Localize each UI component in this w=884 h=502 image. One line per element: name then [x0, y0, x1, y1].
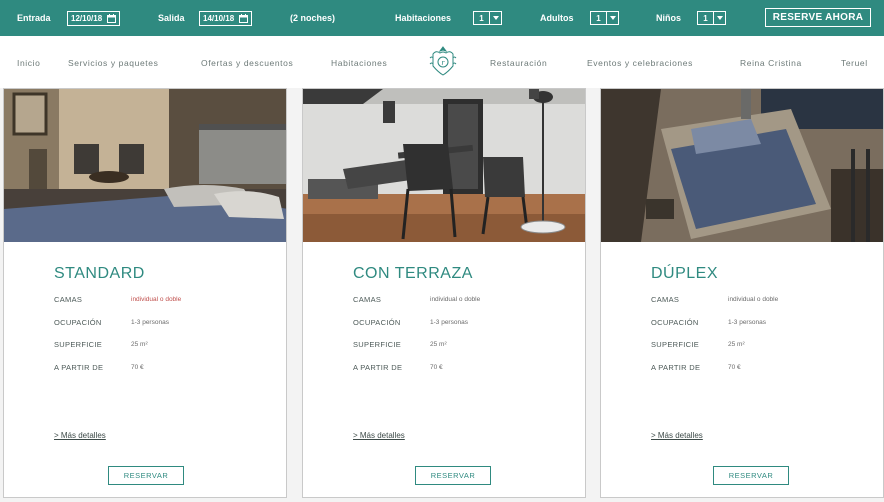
- spec-label-precio: A PARTIR DE: [54, 363, 104, 372]
- nav-item-teruel[interactable]: Teruel: [841, 58, 868, 68]
- nights-count: (2 noches): [290, 13, 336, 23]
- spec-value-superficie: 25 m²: [131, 341, 148, 348]
- svg-text:r: r: [441, 58, 445, 67]
- room-title: STANDARD: [54, 265, 145, 282]
- room-photo-duplex: [601, 89, 883, 242]
- rooms-value: 1: [479, 13, 484, 23]
- room-listing: STANDARD CAMAS individual o doble OCUPAC…: [0, 88, 884, 502]
- spec-value-precio: 70 €: [131, 364, 144, 371]
- spec-value-precio: 70 €: [728, 364, 741, 371]
- children-label: Niños: [656, 13, 682, 23]
- rooms-select-wrap: 1: [473, 0, 502, 36]
- adults-label: Adultos: [540, 13, 574, 23]
- children-value: 1: [703, 13, 708, 23]
- checkin-field-wrap: 12/10/18: [67, 0, 121, 36]
- checkin-label: Entrada: [17, 13, 51, 23]
- reserve-now-button[interactable]: RESERVE AHORA: [765, 8, 871, 27]
- spec-label-precio: A PARTIR DE: [353, 363, 403, 372]
- spec-label-ocupacion: OCUPACIÓN: [54, 318, 102, 327]
- checkout-field[interactable]: 14/10/18: [199, 10, 253, 26]
- room-title: CON TERRAZA: [353, 265, 473, 282]
- more-details-link[interactable]: > Más detalles: [353, 431, 405, 440]
- rooms-label: Habitaciones: [395, 13, 452, 23]
- hotel-logo[interactable]: r: [426, 44, 460, 78]
- children-select[interactable]: 1: [697, 11, 726, 25]
- spec-label-ocupacion: OCUPACIÓN: [353, 318, 401, 327]
- room-card-duplex: DÚPLEX CAMAS individual o doble OCUPACIÓ…: [600, 88, 884, 498]
- room-photo-standard: [4, 89, 286, 242]
- calendar-icon[interactable]: [239, 13, 249, 23]
- checkout-field-wrap: 14/10/18: [199, 0, 253, 36]
- spec-label-camas: CAMAS: [651, 295, 680, 304]
- nav-item-eventos[interactable]: Eventos y celebraciones: [587, 58, 693, 68]
- more-details-link[interactable]: > Más detalles: [651, 431, 703, 440]
- more-details-link[interactable]: > Más detalles: [54, 431, 106, 440]
- chevron-down-icon: [713, 12, 725, 24]
- spec-label-camas: CAMAS: [353, 295, 382, 304]
- nav-item-servicios[interactable]: Servicios y paquetes: [68, 58, 158, 68]
- spec-value-camas: individual o doble: [131, 296, 182, 303]
- spec-label-camas: CAMAS: [54, 295, 83, 304]
- chevron-down-icon: [489, 12, 501, 24]
- main-nav: Inicio Servicios y paquetes Ofertas y de…: [0, 36, 884, 88]
- nav-item-habitaciones[interactable]: Habitaciones: [331, 58, 387, 68]
- reserve-button[interactable]: RESERVAR: [713, 466, 789, 485]
- reserve-button[interactable]: RESERVAR: [415, 466, 491, 485]
- checkout-label: Salida: [158, 13, 185, 23]
- calendar-icon[interactable]: [107, 13, 117, 23]
- nav-item-inicio[interactable]: Inicio: [17, 58, 40, 68]
- children-select-wrap: 1: [697, 0, 726, 36]
- rooms-select[interactable]: 1: [473, 11, 502, 25]
- adults-value: 1: [596, 13, 601, 23]
- spec-value-superficie: 25 m²: [728, 341, 745, 348]
- reserve-button[interactable]: RESERVAR: [108, 466, 184, 485]
- spec-label-superficie: SUPERFICIE: [54, 340, 103, 349]
- checkin-field[interactable]: 12/10/18: [67, 10, 121, 26]
- spec-label-superficie: SUPERFICIE: [651, 340, 700, 349]
- room-card-terraza: CON TERRAZA CAMAS individual o doble OCU…: [302, 88, 586, 498]
- adults-select-wrap: 1: [590, 0, 619, 36]
- checkin-value: 12/10/18: [71, 13, 103, 23]
- nav-item-ofertas[interactable]: Ofertas y descuentos: [201, 58, 293, 68]
- spec-value-precio: 70 €: [430, 364, 443, 371]
- spec-value-camas: individual o doble: [728, 296, 779, 303]
- spec-label-precio: A PARTIR DE: [651, 363, 701, 372]
- checkout-value: 14/10/18: [203, 13, 235, 23]
- spec-label-superficie: SUPERFICIE: [353, 340, 402, 349]
- nav-item-reina-cristina[interactable]: Reina Cristina: [740, 58, 802, 68]
- spec-value-superficie: 25 m²: [430, 341, 447, 348]
- spec-value-camas: individual o doble: [430, 296, 481, 303]
- room-title: DÚPLEX: [651, 265, 719, 282]
- spec-value-ocupacion: 1-3 personas: [430, 319, 468, 326]
- booking-bar: Entrada 12/10/18 Salida 14/10/18 (2 noch…: [0, 0, 884, 36]
- room-card-standard: STANDARD CAMAS individual o doble OCUPAC…: [3, 88, 287, 498]
- spec-label-ocupacion: OCUPACIÓN: [651, 318, 699, 327]
- chevron-down-icon: [606, 12, 618, 24]
- adults-select[interactable]: 1: [590, 11, 619, 25]
- spec-value-ocupacion: 1-3 personas: [728, 319, 766, 326]
- room-photo-terraza: [303, 89, 585, 242]
- spec-value-ocupacion: 1-3 personas: [131, 319, 169, 326]
- nav-item-restauracion[interactable]: Restauración: [490, 58, 547, 68]
